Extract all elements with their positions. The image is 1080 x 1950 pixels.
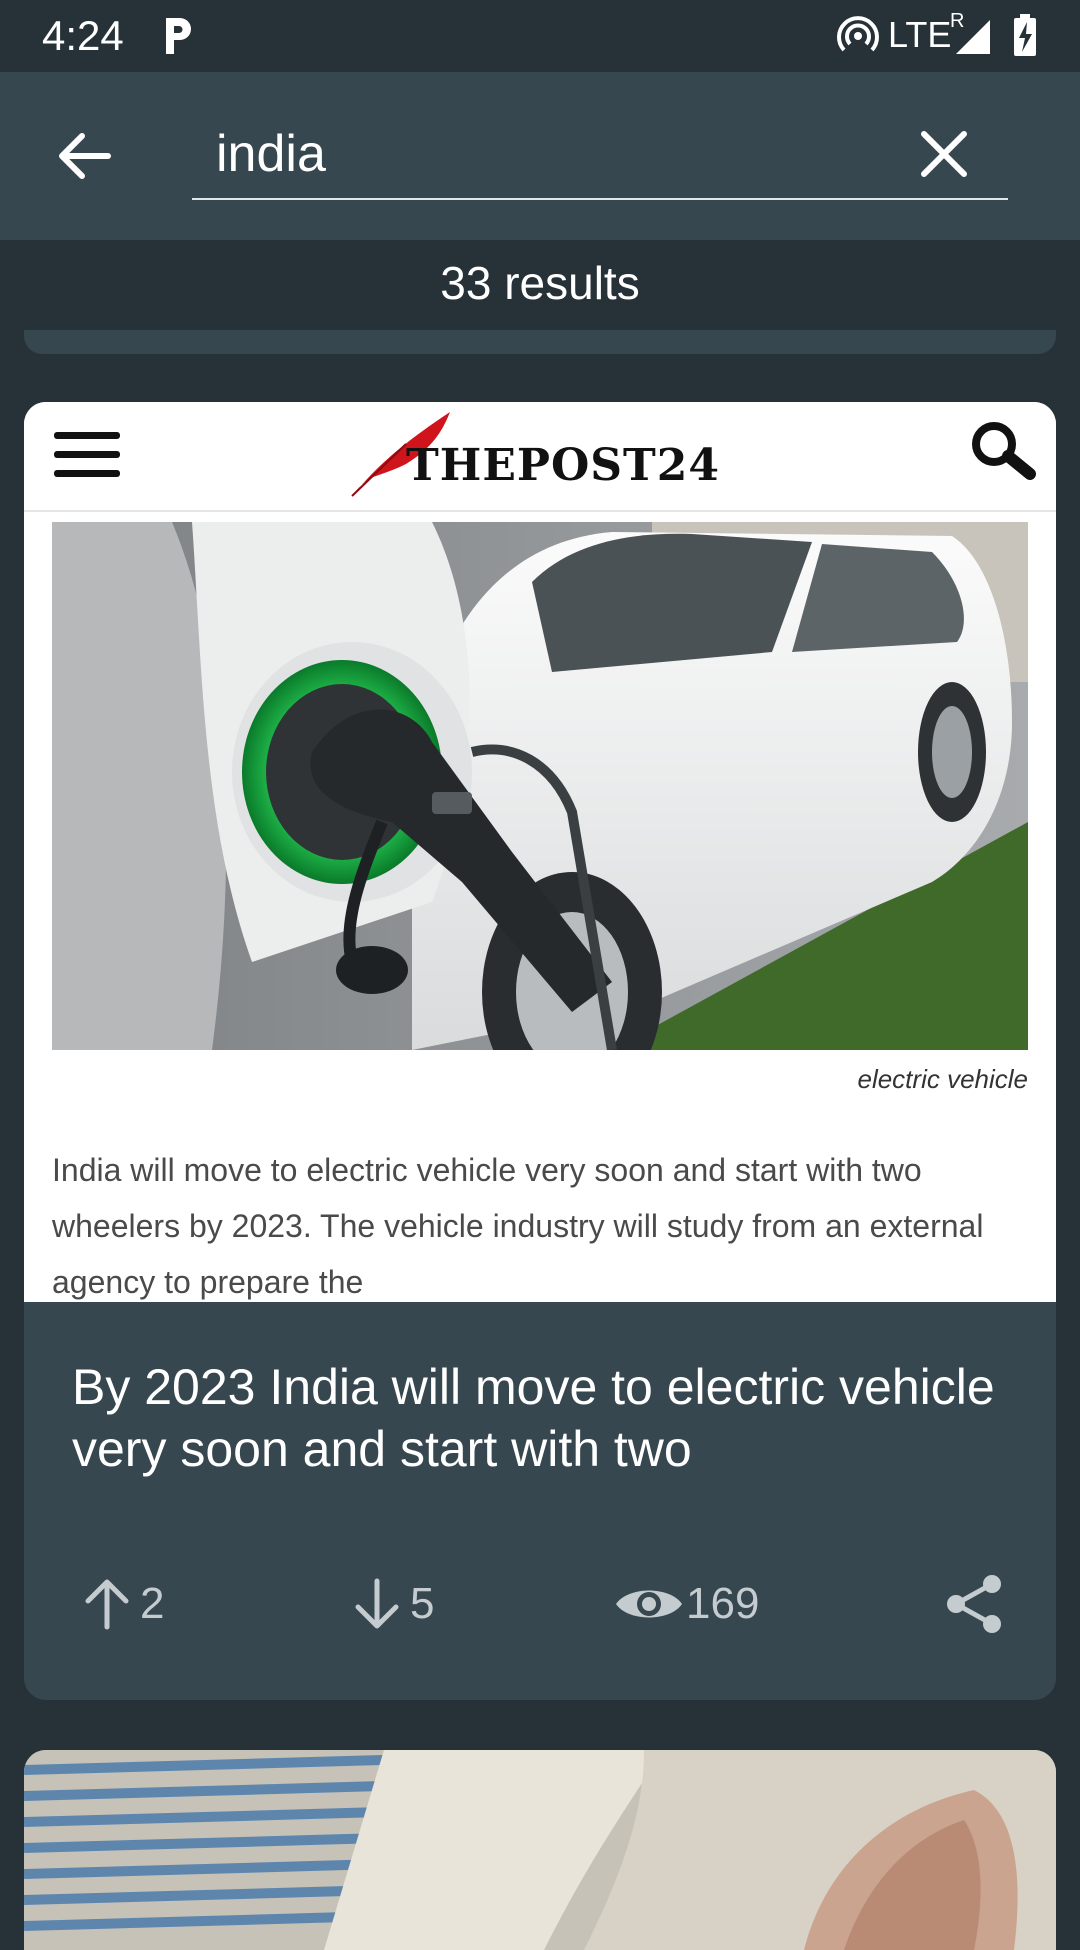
signal-icon bbox=[956, 20, 990, 54]
upvote-button[interactable]: 2 bbox=[80, 1564, 164, 1644]
site-logo: THEPOST24 bbox=[324, 402, 804, 506]
hamburger-menu-icon bbox=[54, 432, 120, 477]
hotspot-icon bbox=[837, 16, 879, 52]
status-time: 4:24 bbox=[42, 12, 124, 59]
article-image bbox=[52, 522, 1028, 1050]
site-name: THEPOST24 bbox=[406, 440, 721, 491]
arrow-down-icon bbox=[355, 1578, 399, 1629]
arrow-up-icon bbox=[85, 1579, 129, 1630]
search-field bbox=[192, 112, 1008, 200]
views-stat: 169 bbox=[614, 1564, 759, 1644]
back-arrow-icon[interactable] bbox=[52, 124, 116, 188]
upvote-count: 2 bbox=[140, 1579, 165, 1628]
share-icon[interactable] bbox=[942, 1572, 1006, 1636]
search-app-bar bbox=[0, 72, 1080, 240]
next-article-image bbox=[24, 1750, 1056, 1950]
eye-icon bbox=[616, 1590, 682, 1618]
downvote-count: 5 bbox=[410, 1579, 435, 1628]
network-type: LTE bbox=[888, 14, 952, 55]
image-caption: electric vehicle bbox=[857, 1064, 1028, 1094]
article-title[interactable]: By 2023 India will move to electric vehi… bbox=[72, 1356, 1012, 1480]
ev-charging-photo bbox=[52, 522, 1028, 1050]
site-header: THEPOST24 bbox=[24, 402, 1056, 512]
article-preview[interactable]: THEPOST24 electric vehicle India will mo… bbox=[24, 402, 1056, 1302]
site-search-icon bbox=[972, 422, 1036, 480]
battery-charging-icon bbox=[1014, 14, 1036, 56]
previous-card[interactable] bbox=[24, 330, 1056, 354]
article-stats: 2 5 169 bbox=[24, 1564, 1056, 1644]
results-count: 33 results bbox=[440, 257, 640, 309]
next-article-card[interactable] bbox=[24, 1750, 1056, 1950]
parking-app-icon bbox=[166, 18, 191, 54]
status-bar: 4:24 LTE R bbox=[0, 0, 1080, 72]
article-excerpt: India will move to electric vehicle very… bbox=[52, 1152, 984, 1300]
clear-search-icon[interactable] bbox=[916, 126, 972, 182]
article-card[interactable]: THEPOST24 electric vehicle India will mo… bbox=[24, 402, 1056, 1700]
search-input[interactable] bbox=[216, 126, 856, 182]
views-count: 169 bbox=[686, 1579, 760, 1628]
downvote-button[interactable]: 5 bbox=[350, 1564, 434, 1644]
